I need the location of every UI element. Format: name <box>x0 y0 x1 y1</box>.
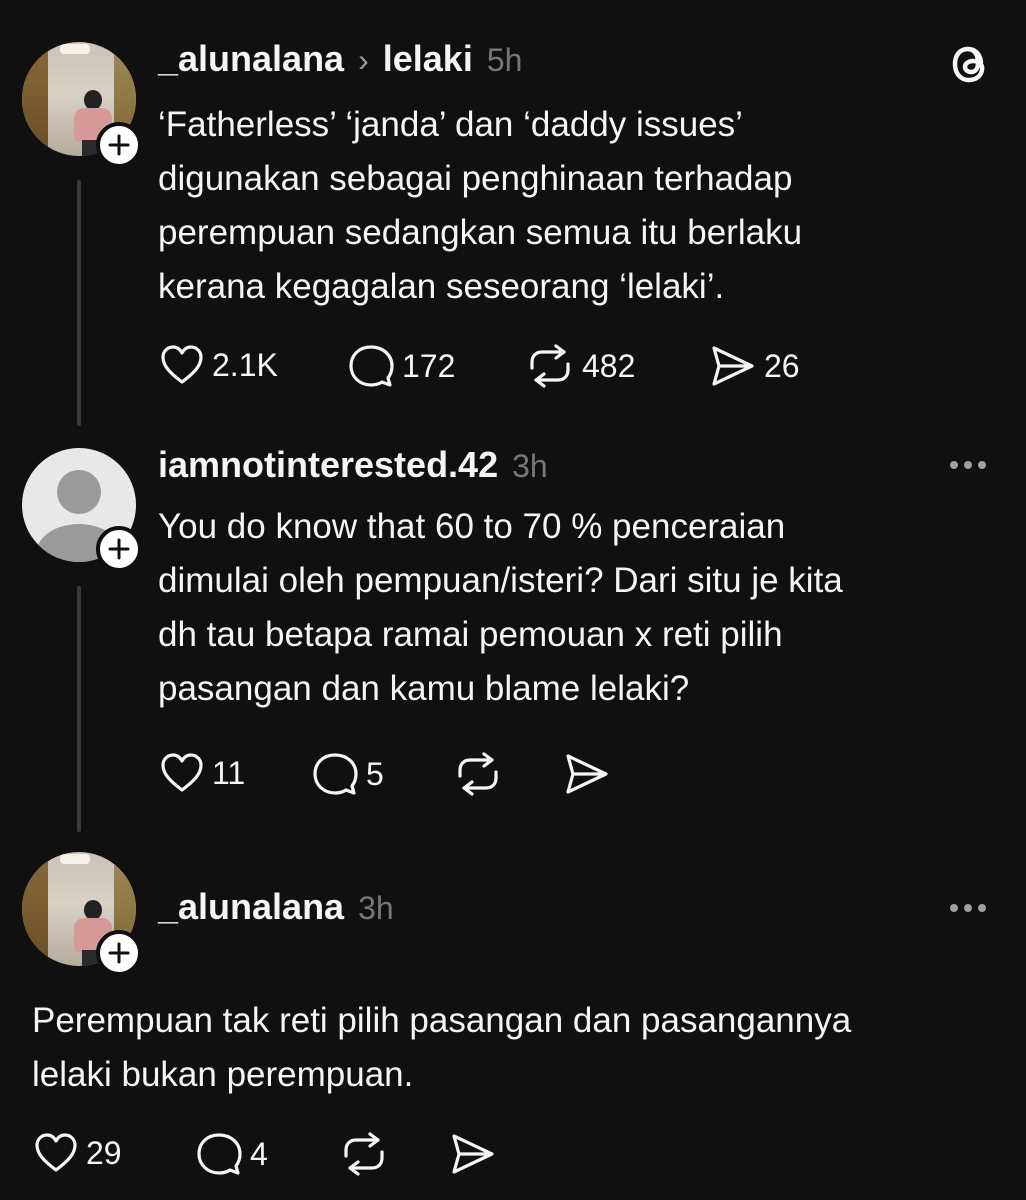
repost-button[interactable] <box>340 1132 388 1176</box>
comment-icon <box>197 1133 242 1175</box>
like-count: 29 <box>86 1134 122 1171</box>
username[interactable]: _alunalana <box>158 886 344 928</box>
like-button[interactable]: 2.1K <box>160 344 278 386</box>
plus-icon <box>108 134 130 156</box>
comment-icon <box>349 345 394 387</box>
post-header: iamnotinterested.42 3h <box>158 444 548 486</box>
send-icon <box>566 754 608 794</box>
thread-line <box>77 180 81 426</box>
post-text: You do know that 60 to 70 % penceraian d… <box>158 507 843 708</box>
repost-button[interactable]: 482 <box>526 344 635 388</box>
post-time: 5h <box>486 42 523 78</box>
share-button[interactable]: 26 <box>710 344 800 388</box>
username[interactable]: _alunalana <box>158 38 344 80</box>
post-text: ‘Fatherless’ ‘janda’ dan ‘daddy issues’ … <box>158 105 803 306</box>
like-button[interactable]: 29 <box>34 1132 122 1174</box>
share-button[interactable] <box>450 1132 496 1176</box>
heart-icon <box>161 345 203 384</box>
username[interactable]: iamnotinterested.42 <box>158 444 498 486</box>
reply-count: 5 <box>366 755 384 792</box>
reply-button[interactable]: 172 <box>348 344 455 388</box>
reply-count: 172 <box>402 347 456 384</box>
more-options-icon[interactable] <box>950 904 986 912</box>
repost-icon <box>344 1132 384 1176</box>
post-time: 3h <box>358 890 394 926</box>
reply-button[interactable]: 5 <box>312 752 384 796</box>
repost-icon <box>530 344 570 388</box>
topic-tag[interactable]: lelaki <box>383 38 473 80</box>
send-icon <box>712 346 754 386</box>
plus-icon <box>108 538 130 560</box>
more-options-icon[interactable] <box>950 461 986 469</box>
repost-icon <box>458 752 498 796</box>
heart-icon <box>161 753 203 792</box>
reply-button[interactable]: 4 <box>196 1132 268 1176</box>
follow-button[interactable] <box>96 526 142 572</box>
post-text: Perempuan tak reti pilih pasangan dan pa… <box>32 1001 852 1094</box>
post-header: _alunalana 3h <box>158 886 394 928</box>
share-count: 26 <box>764 347 800 384</box>
plus-icon <box>108 942 130 964</box>
follow-button[interactable] <box>96 930 142 976</box>
heart-icon <box>35 1133 77 1172</box>
post-time: 3h <box>512 448 548 484</box>
chevron-right-icon: › <box>358 42 369 78</box>
like-count: 2.1K <box>212 346 278 383</box>
reply-count: 4 <box>250 1135 268 1172</box>
threads-logo-icon[interactable] <box>948 40 992 93</box>
repost-button[interactable] <box>454 752 502 796</box>
post-header: _alunalana › lelaki 5h <box>158 38 522 80</box>
repost-count: 482 <box>582 347 636 384</box>
follow-button[interactable] <box>96 122 142 168</box>
share-button[interactable] <box>564 752 610 796</box>
like-count: 11 <box>212 754 246 791</box>
send-icon <box>452 1134 494 1174</box>
thread-line <box>77 586 81 832</box>
like-button[interactable]: 11 <box>160 752 245 794</box>
comment-icon <box>313 753 358 795</box>
